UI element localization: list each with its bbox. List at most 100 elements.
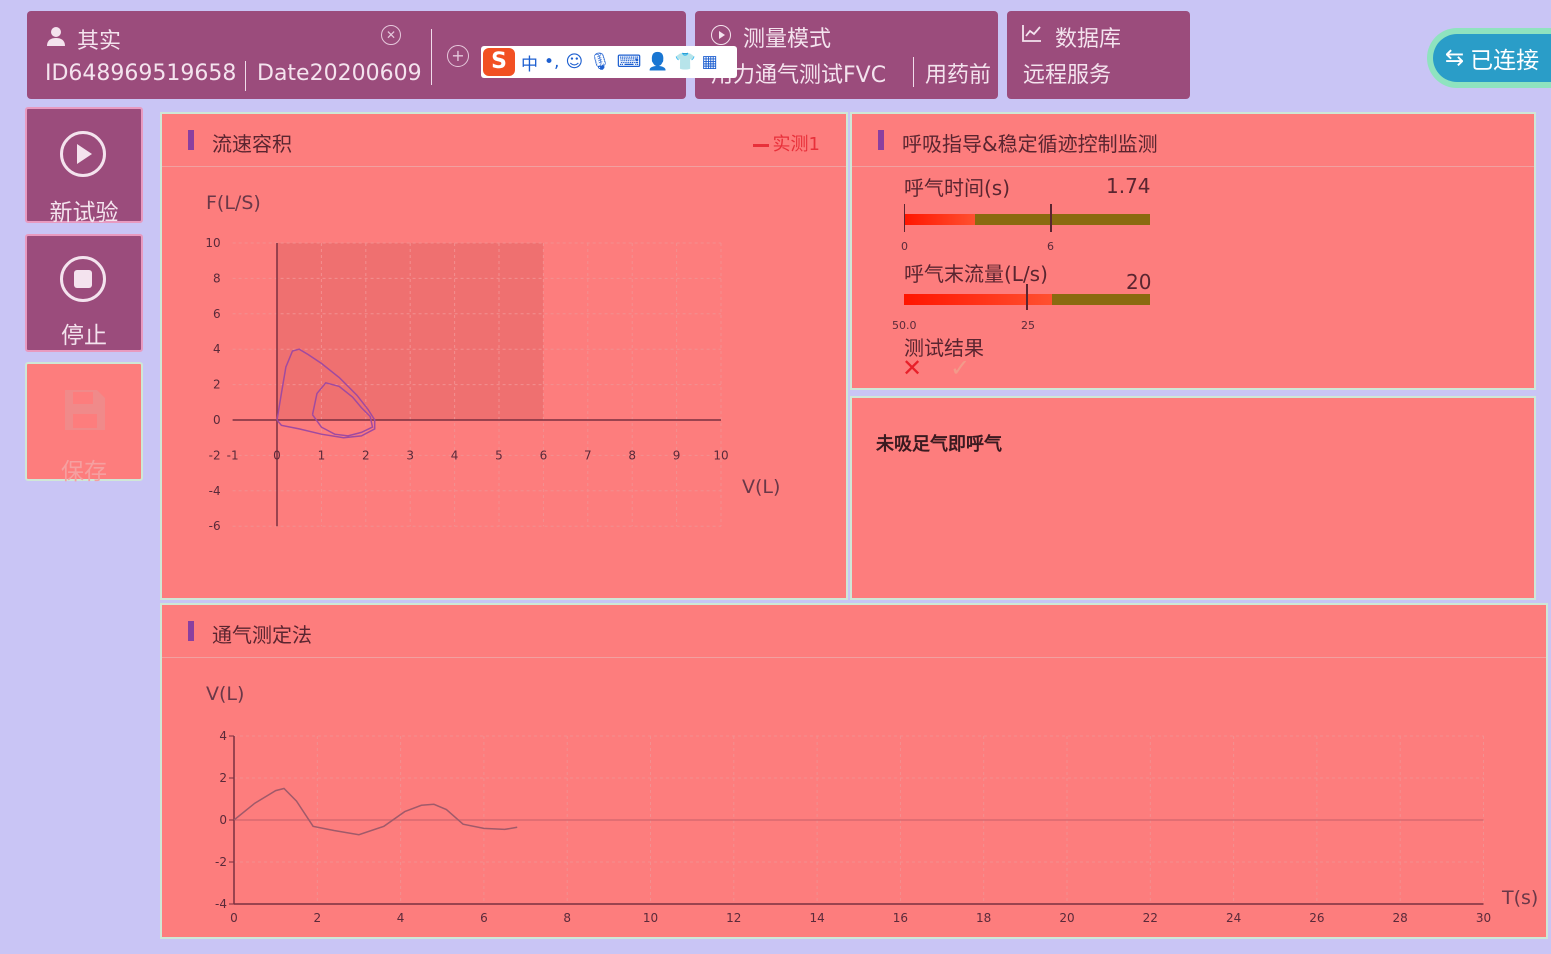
x-tick-label: 24 [1226, 911, 1241, 925]
stop-label: 停止 [61, 323, 107, 349]
ime-toolbar[interactable]: S 中 •, ☺ 🎙 ⌨ 👤 👕 ▦ [481, 46, 737, 78]
end-flow-gauge [904, 284, 1150, 310]
pass-icon: ✓ [950, 354, 971, 382]
x-tick-label: 4 [397, 911, 405, 925]
x-tick-label: 0 [230, 911, 238, 925]
divider [913, 57, 914, 87]
x-tick-label: 22 [1143, 911, 1158, 925]
patient-date: Date20200609 [257, 61, 422, 86]
x-tick-label: 7 [584, 448, 592, 462]
x-tick-label: 28 [1393, 911, 1408, 925]
ime-punct[interactable]: •, [544, 52, 559, 72]
y-tick-label: 4 [213, 342, 221, 356]
patient-id: ID648969519658 [45, 61, 237, 86]
grid-icon[interactable]: ▦ [702, 52, 718, 72]
y-tick-label: 6 [213, 307, 221, 321]
x-tick-label: 8 [628, 448, 636, 462]
add-icon[interactable]: + [447, 45, 469, 67]
y-tick-label: 10 [205, 236, 220, 250]
mode-card[interactable]: 测量模式 用力通气测试FVC 用药前 [695, 11, 998, 99]
save-label: 保存 [61, 459, 107, 485]
x-tick-label: -1 [227, 448, 239, 462]
chart-icon [1021, 23, 1043, 47]
x-tick-label: 2 [313, 911, 321, 925]
play-circle-icon [711, 25, 731, 45]
save-button[interactable]: 保存 [25, 362, 143, 485]
gauge-marker [1050, 204, 1052, 232]
x-tick-label: 30 [1476, 911, 1491, 925]
breathing-guide-panel: 呼吸指导&稳定循迹控制监测 呼气时间(s) 1.74 0 6 呼气末流量(L/s… [850, 112, 1536, 390]
close-icon[interactable]: ✕ [381, 25, 401, 45]
y-tick-label: 0 [213, 413, 221, 427]
y-tick-label: 0 [219, 813, 227, 827]
mode-test: 用力通气测试FVC [711, 63, 887, 88]
mic-icon[interactable]: 🎙 [589, 52, 611, 72]
exp-time-gauge [904, 204, 1150, 232]
x-tick-label: 5 [495, 448, 503, 462]
x-tick-label: 26 [1309, 911, 1324, 925]
gauge-origin [904, 204, 905, 232]
stop-button[interactable]: 停止 [25, 234, 143, 352]
keyboard-icon[interactable]: ⌨ [617, 52, 642, 72]
y-tick-label: 2 [219, 771, 227, 785]
divider [245, 61, 246, 91]
x-tick-label: 18 [976, 911, 991, 925]
tick-label: 0 [901, 240, 908, 253]
x-tick-label: 9 [673, 448, 681, 462]
stop-icon [60, 256, 106, 302]
y-tick-label: -2 [215, 855, 227, 869]
x-tick-label: 3 [406, 448, 414, 462]
y-tick-label: -2 [209, 448, 221, 462]
ime-lang[interactable]: 中 [521, 50, 538, 75]
divider [852, 166, 1534, 167]
x-tick-label: 1 [318, 448, 326, 462]
tick-label: 6 [1047, 240, 1054, 253]
volume-time-series [233, 787, 518, 836]
user-icon [45, 25, 67, 51]
x-tick-label: 10 [643, 911, 658, 925]
shirt-icon[interactable]: 👕 [674, 52, 695, 72]
x-tick-label: 12 [726, 911, 741, 925]
exp-time-value: 1.74 [1106, 174, 1151, 198]
gauge-marker [1026, 284, 1028, 310]
tick-label: 50.0 [892, 319, 917, 332]
exp-time-label: 呼气时间(s) [904, 176, 1011, 200]
message-panel: 未吸足气即呼气 [850, 396, 1536, 600]
usb-icon: ⇆ [1444, 45, 1465, 71]
db-title: 数据库 [1055, 27, 1122, 52]
sogou-logo-icon[interactable]: S [483, 48, 515, 76]
fail-icon: ✕ [902, 354, 923, 382]
volume-time-chart: 420-2-40 2 4 6 8 10 12 14 16 18 20 22 24 26 28 30 [215, 729, 1491, 925]
flow-volume-chart: 10 8 6 4 2 0 -2 -4 -6 -1 0 1 2 3 4 5 6 7 8 9 10 [205, 236, 728, 533]
x-tick-label: 8 [563, 911, 571, 925]
db-service[interactable]: 远程服务 [1023, 57, 1111, 89]
x-tick-label: 2 [362, 448, 370, 462]
tick-label: 25 [1021, 319, 1035, 332]
y-tick-label: 8 [213, 271, 221, 285]
x-tick-label: 0 [273, 448, 281, 462]
connection-label: 已连接 [1470, 48, 1540, 74]
new-test-button[interactable]: 新试验 [25, 107, 143, 226]
gauge-fill [904, 294, 1052, 305]
user-icon[interactable]: 👤 [647, 52, 668, 72]
smile-icon[interactable]: ☺ [565, 52, 583, 72]
x-tick-label: 14 [809, 911, 824, 925]
y-tick-label: 2 [213, 378, 221, 392]
save-icon [61, 386, 109, 438]
x-tick-label: 10 [713, 448, 728, 462]
x-tick-label: 6 [480, 911, 488, 925]
x-tick-label: 16 [893, 911, 908, 925]
connection-status[interactable]: ⇆ 已连接 [1427, 28, 1551, 88]
mode-phase: 用药前 [925, 63, 992, 88]
panel-title: 呼吸指导&稳定循迹控制监测 [872, 128, 1158, 157]
y-tick-label: 4 [219, 729, 227, 743]
mode-title: 测量模式 [743, 27, 832, 52]
end-flow-label: 呼气末流量(L/s) [904, 262, 1048, 286]
x-tick-label: 6 [540, 448, 548, 462]
play-icon [60, 131, 106, 177]
database-card[interactable]: 数据库 远程服务 [1007, 11, 1190, 99]
y-tick-label: -6 [209, 519, 221, 533]
gauge-fill [904, 214, 976, 225]
new-test-label: 新试验 [49, 200, 119, 226]
x-tick-label: 4 [451, 448, 459, 462]
